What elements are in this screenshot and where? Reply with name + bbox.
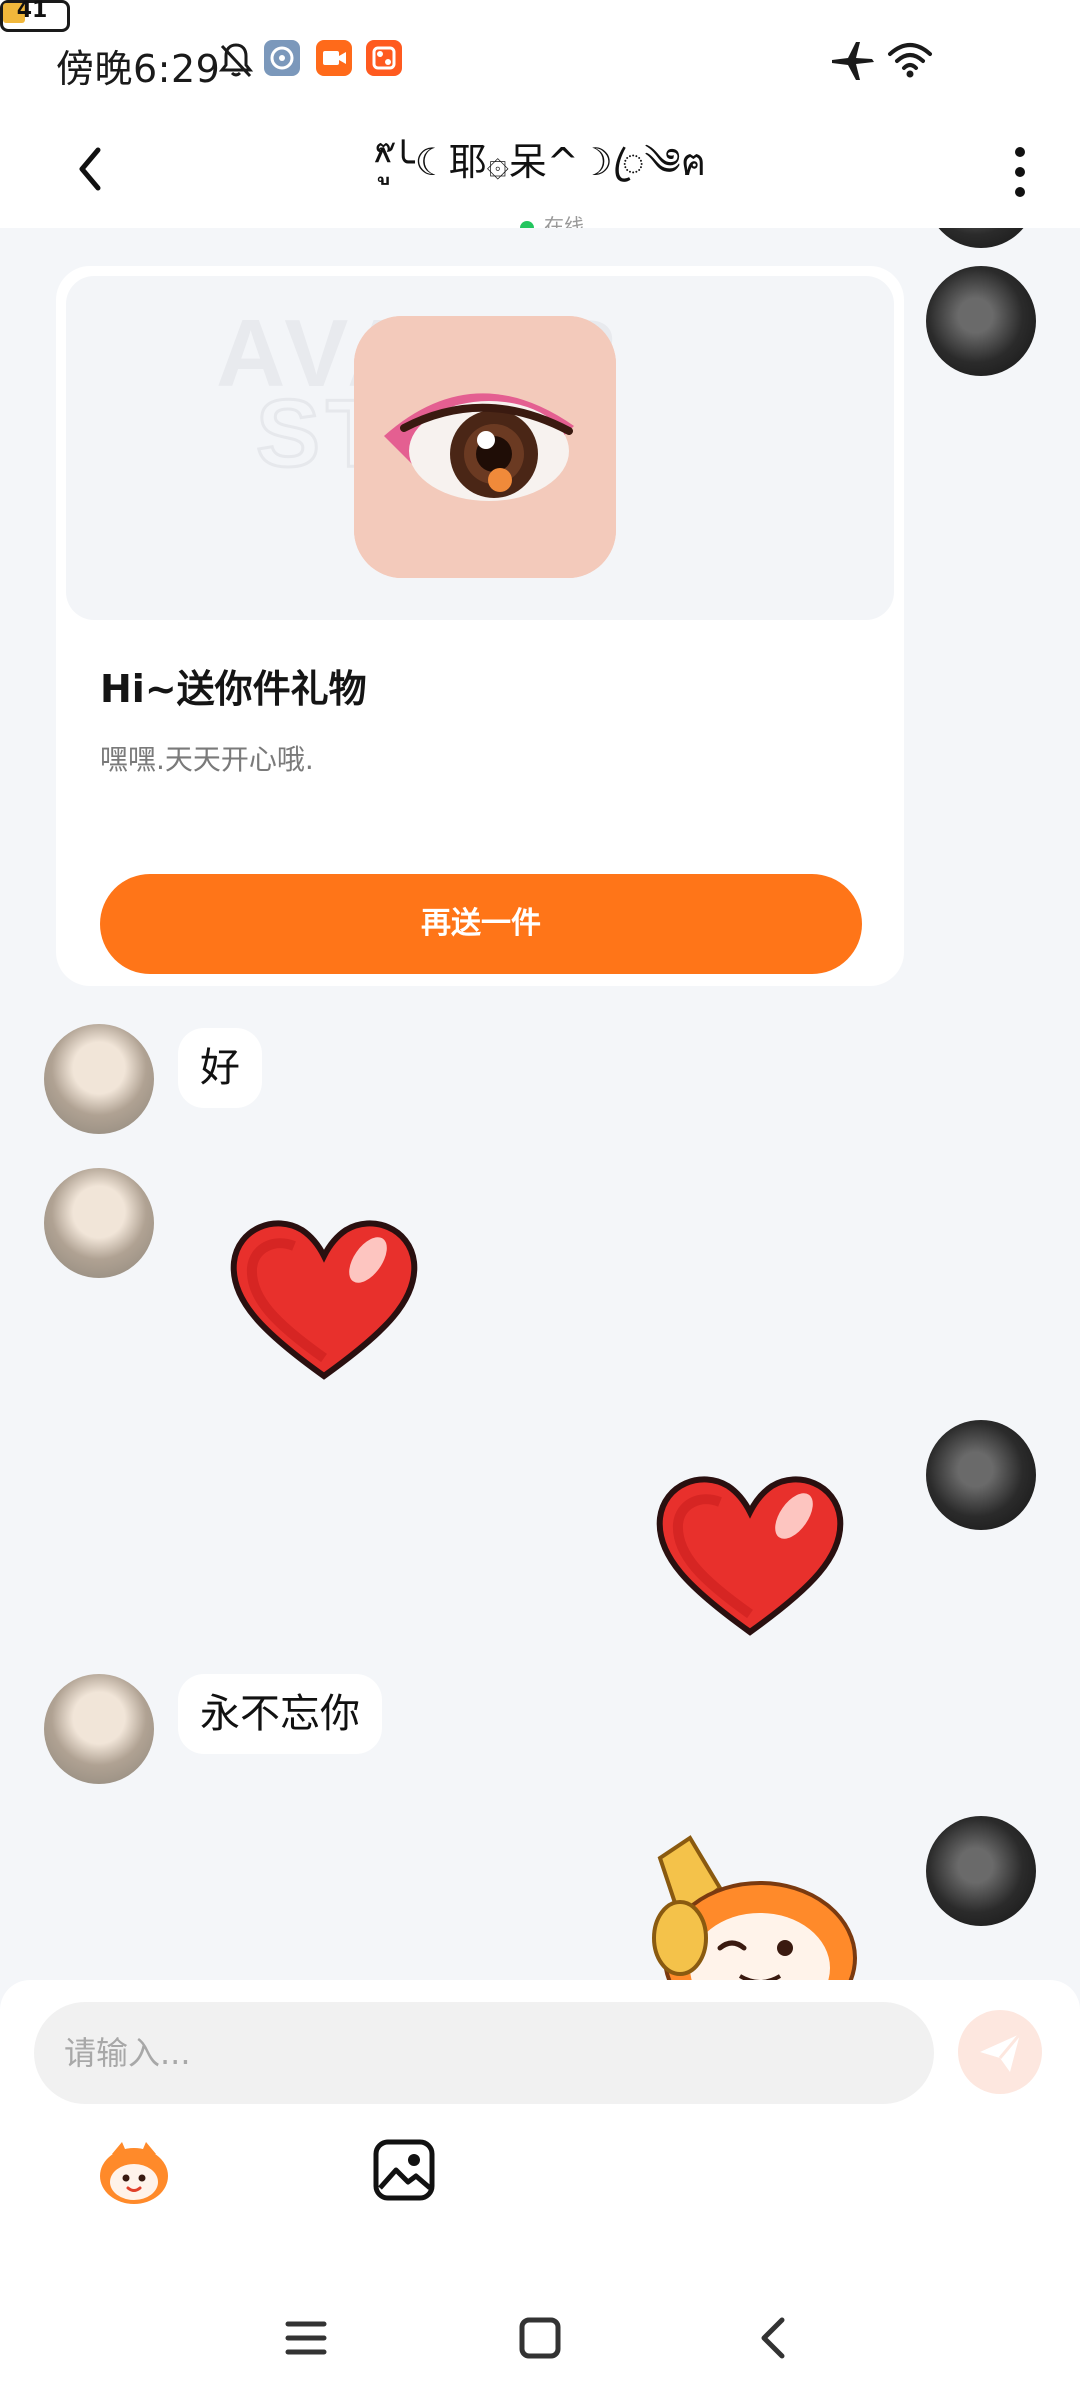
airplane-mode-icon <box>832 42 874 80</box>
avatar[interactable] <box>44 1024 154 1134</box>
image-gallery-icon <box>373 2139 435 2201</box>
input-panel <box>0 1980 1080 2280</box>
menu-icon[interactable] <box>278 2310 334 2366</box>
image-button[interactable] <box>364 2130 444 2210</box>
more-vertical-icon[interactable] <box>1000 138 1040 206</box>
sticker-button[interactable] <box>94 2130 174 2210</box>
status-bar: 傍晚6:29 41 <box>0 0 1080 120</box>
chat-messages[interactable]: AVATAR STORE Hi~送你件礼物 嘿嘿.天天开心哦. 再送一件 <box>0 228 1080 1980</box>
avatar[interactable] <box>926 228 1036 248</box>
video-app-icon <box>316 40 352 76</box>
app-notification-icon <box>264 40 300 76</box>
send-paper-plane-icon <box>980 2033 1022 2072</box>
avatar[interactable] <box>926 1420 1036 1530</box>
avatar[interactable] <box>44 1674 154 1784</box>
message-bubble[interactable]: 好 <box>178 1028 262 1108</box>
mascot-sticker[interactable] <box>620 1828 880 1980</box>
home-square-icon[interactable] <box>512 2310 568 2366</box>
back-icon[interactable] <box>746 2310 802 2366</box>
avatar[interactable] <box>44 1168 154 1278</box>
avatar[interactable] <box>926 266 1036 376</box>
heart-sticker[interactable] <box>650 1464 850 1644</box>
chevron-left-icon[interactable] <box>60 134 116 204</box>
mascot-emoji-icon <box>100 2142 168 2204</box>
battery-level: 41 <box>16 0 48 23</box>
avatar[interactable] <box>926 1816 1036 1926</box>
gift-title: Hi~送你件礼物 <box>100 667 367 711</box>
gift-card[interactable]: AVATAR STORE Hi~送你件礼物 嘿嘿.天天开心哦. 再送一件 <box>56 266 904 986</box>
bell-muted-icon <box>218 43 254 78</box>
wifi-icon <box>888 43 932 78</box>
gift-description: 嘿嘿.天天开心哦. <box>100 743 314 776</box>
system-nav-bar <box>0 2280 1080 2400</box>
send-again-button[interactable]: 再送一件 <box>100 874 862 974</box>
message-bubble[interactable]: 永不忘你 <box>178 1674 382 1754</box>
chat-header: ^ู๊╰☾耶۞呆^☽ꦿ༄ฅ 在线 <box>0 120 1080 238</box>
gift-banner: AVATAR STORE <box>66 276 894 620</box>
message-input[interactable] <box>34 2002 934 2104</box>
status-time: 傍晚6:29 <box>56 47 221 91</box>
video-app-icon-2 <box>366 40 402 76</box>
send-button[interactable] <box>958 2010 1042 2094</box>
battery-icon: 41 <box>0 0 70 32</box>
gift-eye-image <box>354 316 616 578</box>
heart-sticker[interactable] <box>224 1208 424 1388</box>
